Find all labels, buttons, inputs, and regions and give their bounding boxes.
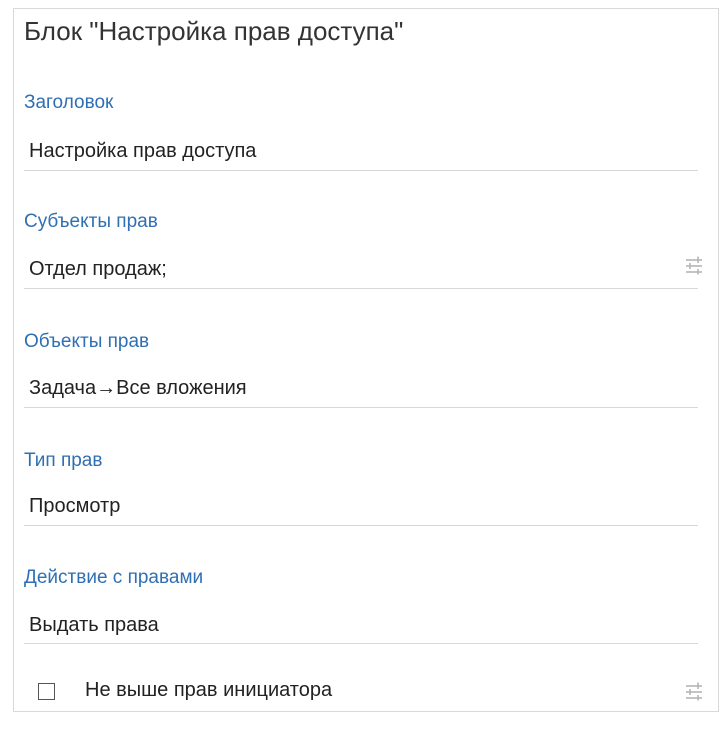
rights-type-field-label: Тип прав [24,450,103,471]
subjects-field-underline [24,288,698,289]
initiator-limit-checkbox[interactable] [38,683,55,700]
subjects-settings-icon[interactable] [684,255,704,275]
objects-field-label: Объекты прав [24,331,150,352]
subjects-field-label: Субъекты прав [24,211,158,232]
title-field-value[interactable]: Настройка прав доступа [29,140,256,163]
title-field-underline [24,170,698,171]
rights-action-field-value[interactable]: Выдать права [29,614,159,637]
objects-field-underline [24,407,698,408]
rights-action-field-underline [24,643,698,644]
settings-sliders-icon [686,256,702,275]
access-settings-block [13,8,719,712]
initiator-limit-checkbox-label[interactable]: Не выше прав инициатора [85,679,332,702]
checkbox-settings-icon[interactable] [684,681,704,701]
rights-type-field-underline [24,525,698,526]
objects-field-value[interactable]: Задача→Все вложения [29,377,247,400]
block-title: Блок "Настройка прав доступа" [24,16,404,46]
settings-sliders-icon [686,682,702,701]
rights-type-field-value[interactable]: Просмотр [29,495,120,518]
subjects-field-value[interactable]: Отдел продаж; [29,258,167,281]
rights-action-field-label: Действие с правами [24,567,204,588]
title-field-label: Заголовок [24,92,114,113]
